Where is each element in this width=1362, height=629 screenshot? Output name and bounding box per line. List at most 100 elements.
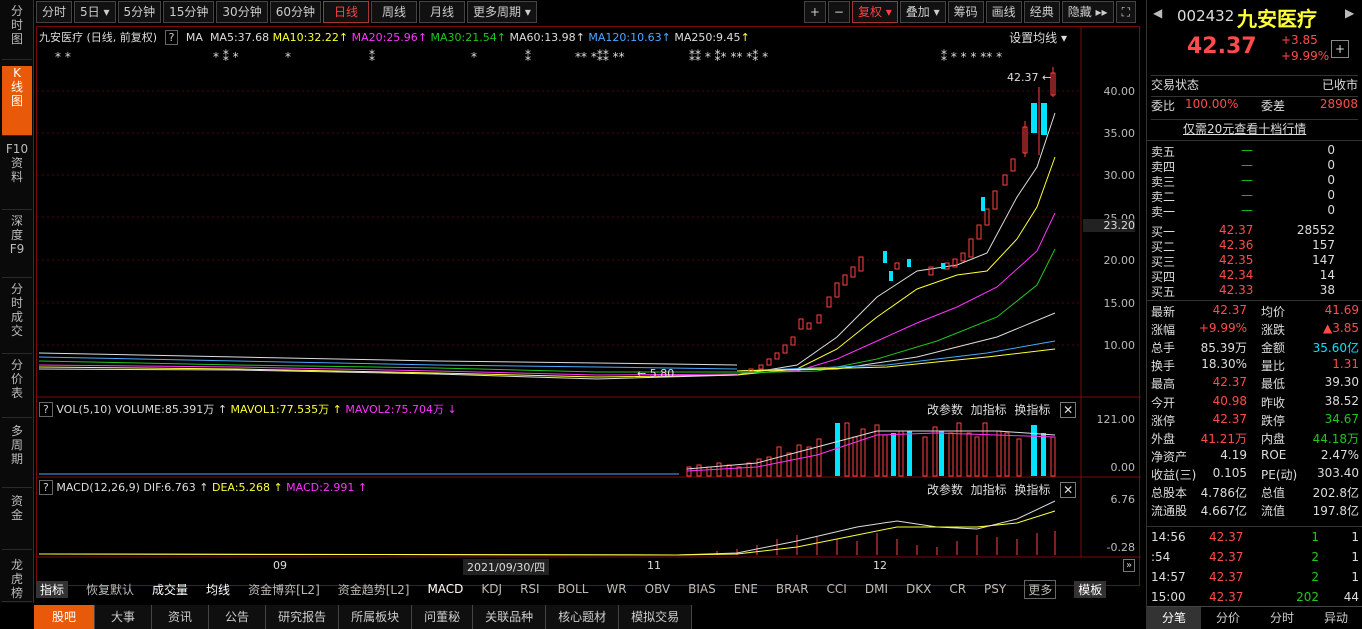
nav-depth[interactable]: 深 度 F9 <box>2 214 32 278</box>
stat-value: 41.21万 <box>1200 431 1247 446</box>
add-indicator-button[interactable]: 加指标 <box>971 403 1007 417</box>
ind-label[interactable]: 指标 <box>36 580 69 598</box>
period-week[interactable]: 周线 <box>371 1 418 23</box>
tab-topics[interactable]: 核心题材 <box>546 605 620 629</box>
ind-bias[interactable]: BIAS <box>688 582 716 596</box>
nav-fenshi[interactable]: 分 时 图 <box>2 4 32 60</box>
period-5min[interactable]: 5分钟 <box>117 1 162 23</box>
ind-wr[interactable]: WR <box>606 582 626 596</box>
svg-text:⁑: ⁑ <box>369 49 375 64</box>
last-price: 42.37 <box>1187 34 1257 59</box>
adjust-button[interactable]: 复权 ▾ <box>851 1 898 23</box>
help-icon[interactable]: ? <box>39 402 53 417</box>
ind-dmi[interactable]: DMI <box>865 582 888 596</box>
period-30min[interactable]: 30分钟 <box>216 1 268 23</box>
period-month[interactable]: 月线 <box>419 1 466 23</box>
add-watchlist-icon[interactable]: + <box>1331 40 1349 58</box>
status-value: 已收市 <box>1321 78 1358 92</box>
tab-related[interactable]: 关联品种 <box>473 605 547 629</box>
tab-alerts[interactable]: 异动 <box>1309 607 1362 629</box>
draw-button[interactable]: 画线 <box>985 1 1022 23</box>
tab-price-dist[interactable]: 分价 <box>1201 607 1255 629</box>
period-60min[interactable]: 60分钟 <box>269 1 321 23</box>
quote-row: 换手 18.30% 量比 1.31 <box>1151 357 1359 375</box>
ind-dkx[interactable]: DKX <box>906 582 931 596</box>
nav-funds[interactable]: 资 金 <box>2 494 32 550</box>
tab-ticks[interactable]: 分笔 <box>1147 607 1201 629</box>
change-param-button[interactable]: 改参数 <box>927 483 963 497</box>
zoom-out-button[interactable]: − <box>827 1 850 23</box>
x-cursor-date: 2021/09/30/四 <box>463 559 550 575</box>
zoom-in-button[interactable]: + <box>803 1 826 23</box>
nav-trades[interactable]: 分 时 成 交 <box>2 282 32 354</box>
hide-button[interactable]: 隐藏 ▸▸ <box>1061 1 1114 23</box>
period-more[interactable]: 更多周期 ▾ <box>467 1 537 23</box>
period-fenshi[interactable]: 分时 <box>36 1 73 23</box>
nav-dragon-tiger[interactable]: 龙 虎 榜 <box>2 558 32 602</box>
next-stock-icon[interactable]: ▶ <box>1345 6 1354 20</box>
kline-chart-area[interactable]: 九安医疗 (日线, 前复权) ? MA MA5:37.68 MA10:32.22… <box>36 26 1141 586</box>
close-icon[interactable]: ✕ <box>1060 402 1077 418</box>
quote-row: 外盘 41.21万 内盘 44.18万 <box>1151 430 1359 448</box>
switch-indicator-button[interactable]: 换指标 <box>1014 403 1050 417</box>
chips-button[interactable]: 筹码 <box>947 1 984 23</box>
ind-volume[interactable]: 成交量 <box>152 581 188 598</box>
period-day[interactable]: 日线 <box>322 1 369 23</box>
prev-stock-icon[interactable]: ◀ <box>1153 6 1162 20</box>
tab-sim-trade[interactable]: 模拟交易 <box>619 605 693 629</box>
ind-obv[interactable]: OBV <box>645 582 671 596</box>
ind-ene[interactable]: ENE <box>734 582 758 596</box>
ind-fund-trend[interactable]: 资金趋势[L2] <box>338 581 410 598</box>
tab-research[interactable]: 研究报告 <box>266 605 340 629</box>
ind-macd[interactable]: MACD <box>427 582 463 596</box>
ind-brar[interactable]: BRAR <box>776 582 809 596</box>
svg-text:* *: * * <box>55 50 71 64</box>
quote-row: 卖一 — 0 <box>1151 203 1359 221</box>
help-icon[interactable]: ? <box>39 480 53 495</box>
ind-boll[interactable]: BOLL <box>558 582 589 596</box>
ind-cci[interactable]: CCI <box>827 582 847 596</box>
tab-news[interactable]: 资讯 <box>152 605 210 629</box>
indicator-bar: 指标 恢复默认 成交量 均线 资金博弈[L2] 资金趋势[L2] MACD KD… <box>36 579 1124 599</box>
axis-tick: 15.00 <box>1103 297 1136 310</box>
nav-price-table[interactable]: 分 价 表 <box>2 358 32 418</box>
quote-tabs: 分笔 分价 分时 异动 <box>1147 606 1362 629</box>
axis-tick: 30.00 <box>1103 169 1136 182</box>
tab-notices[interactable]: 公告 <box>209 605 267 629</box>
classic-button[interactable]: 经典 <box>1023 1 1060 23</box>
ind-rsi[interactable]: RSI <box>520 582 540 596</box>
overlay-button[interactable]: 叠加 ▾ <box>899 1 946 23</box>
close-icon[interactable]: ✕ <box>1060 482 1077 498</box>
period-15min[interactable]: 15分钟 <box>163 1 215 23</box>
add-indicator-button[interactable]: 加指标 <box>971 483 1007 497</box>
fullscreen-icon[interactable]: ⛶ <box>1115 1 1136 23</box>
stat-value: +9.99% <box>1198 321 1247 336</box>
nav-f10[interactable]: F10 资 料 <box>2 142 32 210</box>
ind-more[interactable]: 更多 <box>1024 579 1057 599</box>
tab-intraday[interactable]: 分时 <box>1255 607 1309 629</box>
nav-multi-period[interactable]: 多 周 期 <box>2 424 32 488</box>
nav-kline[interactable]: K 线 图 <box>2 66 32 136</box>
period-5day[interactable]: 5日 ▾ <box>74 1 116 23</box>
tab-events[interactable]: 大事 <box>95 605 153 629</box>
axis-tick: -0.28 <box>1106 541 1135 554</box>
tab-sectors[interactable]: 所属板块 <box>339 605 413 629</box>
level2-promo-link[interactable]: 仅需20元查看十档行情 <box>1183 120 1306 137</box>
tab-ask-secretary[interactable]: 问董秘 <box>412 605 474 629</box>
ind-psy[interactable]: PSY <box>984 582 1006 596</box>
axis-tick: 6.76 <box>1110 493 1136 506</box>
change-param-button[interactable]: 改参数 <box>927 403 963 417</box>
scroll-right-icon[interactable]: » <box>1123 559 1136 572</box>
switch-indicator-button[interactable]: 换指标 <box>1014 483 1050 497</box>
ask-volume: 0 <box>1327 143 1335 157</box>
period-toolbar: 分时 5日 ▾ 5分钟 15分钟 30分钟 60分钟 日线 周线 月线 更多周期… <box>36 1 539 25</box>
ind-cr[interactable]: CR <box>949 582 966 596</box>
tab-forum[interactable]: 股吧 <box>34 605 96 629</box>
ind-template[interactable]: 模板 <box>1074 580 1107 598</box>
ind-reset[interactable]: 恢复默认 <box>86 581 134 598</box>
svg-text:* ⁑ *: * ⁑ * <box>213 49 239 64</box>
ind-kdj[interactable]: KDJ <box>481 582 502 596</box>
ind-ma[interactable]: 均线 <box>206 581 230 598</box>
ind-fund-game[interactable]: 资金博弈[L2] <box>248 581 320 598</box>
tick-volume: 2 <box>1311 550 1319 564</box>
